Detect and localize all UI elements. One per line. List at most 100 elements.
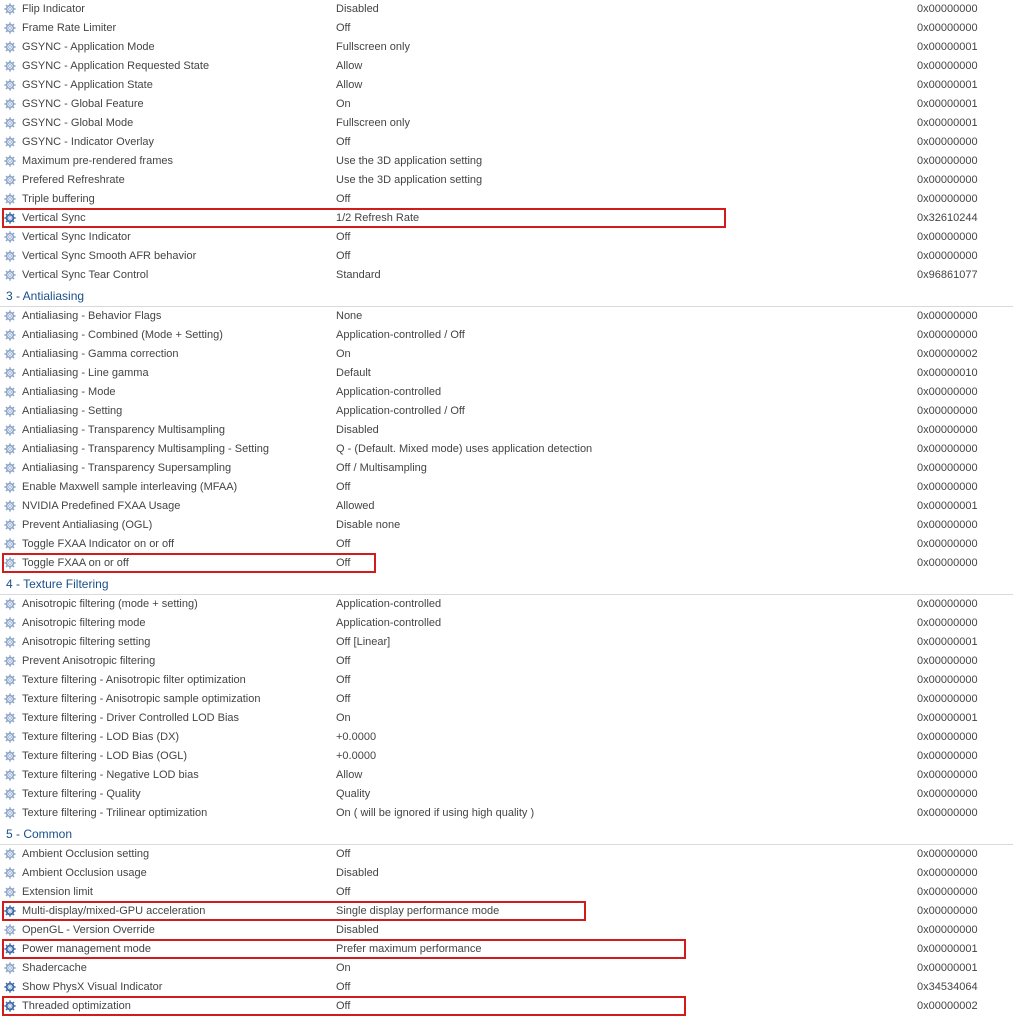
setting-value[interactable]: Off <box>336 674 917 686</box>
setting-value[interactable]: Off <box>336 231 917 243</box>
setting-value[interactable]: Disabled <box>336 3 917 15</box>
setting-value[interactable]: Off / Multisampling <box>336 462 917 474</box>
setting-row[interactable]: Prefered RefreshrateUse the 3D applicati… <box>0 171 1013 190</box>
setting-row[interactable]: Antialiasing - Line gammaDefault0x000000… <box>0 364 1013 383</box>
setting-value[interactable]: Off <box>336 1000 917 1012</box>
setting-value[interactable]: Prefer maximum performance <box>336 943 917 955</box>
setting-row[interactable]: Vertical Sync Smooth AFR behaviorOff0x00… <box>0 247 1013 266</box>
setting-row[interactable]: Anisotropic filtering settingOff [Linear… <box>0 633 1013 652</box>
setting-row[interactable]: Enable Maxwell sample interleaving (MFAA… <box>0 478 1013 497</box>
setting-value[interactable]: Standard <box>336 269 917 281</box>
setting-row[interactable]: Texture filtering - Anisotropic filter o… <box>0 671 1013 690</box>
setting-row[interactable]: Prevent Antialiasing (OGL)Disable none0x… <box>0 516 1013 535</box>
setting-row[interactable]: ShadercacheOn0x00000001 <box>0 959 1013 978</box>
setting-value[interactable]: Allow <box>336 79 917 91</box>
setting-value[interactable]: Off <box>336 886 917 898</box>
setting-value[interactable]: Use the 3D application setting <box>336 155 917 167</box>
setting-value[interactable]: Off <box>336 22 917 34</box>
setting-value[interactable]: On <box>336 712 917 724</box>
setting-row[interactable]: Anisotropic filtering modeApplication-co… <box>0 614 1013 633</box>
setting-value[interactable]: Off <box>336 557 917 569</box>
setting-row[interactable]: GSYNC - Application ModeFullscreen only0… <box>0 38 1013 57</box>
setting-value[interactable]: Disabled <box>336 924 917 936</box>
setting-value[interactable]: Application-controlled <box>336 617 917 629</box>
setting-value[interactable]: None <box>336 310 917 322</box>
setting-row[interactable]: GSYNC - Global FeatureOn0x00000001 <box>0 95 1013 114</box>
setting-value[interactable]: Disabled <box>336 867 917 879</box>
setting-value[interactable]: Disabled <box>336 424 917 436</box>
setting-value[interactable]: Off <box>336 693 917 705</box>
setting-value[interactable]: Single display performance mode <box>336 905 917 917</box>
setting-row[interactable]: GSYNC - Application Requested StateAllow… <box>0 57 1013 76</box>
setting-row[interactable]: Multi-display/mixed-GPU accelerationSing… <box>0 902 1013 921</box>
setting-row[interactable]: Antialiasing - Behavior FlagsNone0x00000… <box>0 307 1013 326</box>
setting-value[interactable]: Fullscreen only <box>336 117 917 129</box>
setting-row[interactable]: Antialiasing - Combined (Mode + Setting)… <box>0 326 1013 345</box>
setting-value[interactable]: Off <box>336 655 917 667</box>
setting-value[interactable]: On <box>336 98 917 110</box>
setting-row[interactable]: Texture filtering - Anisotropic sample o… <box>0 690 1013 709</box>
setting-value[interactable]: Disable none <box>336 519 917 531</box>
setting-row[interactable]: Flip IndicatorDisabled0x00000000 <box>0 0 1013 19</box>
setting-row[interactable]: Vertical Sync1/2 Refresh Rate0x32610244 <box>0 209 1013 228</box>
setting-row[interactable]: OpenGL - Version OverrideDisabled0x00000… <box>0 921 1013 940</box>
section-header[interactable]: 5 - Common <box>0 823 1013 845</box>
setting-row[interactable]: Toggle FXAA on or offOff0x00000000 <box>0 554 1013 573</box>
setting-value[interactable]: Default <box>336 367 917 379</box>
setting-row[interactable]: GSYNC - Application StateAllow0x00000001 <box>0 76 1013 95</box>
section-header[interactable]: 3 - Antialiasing <box>0 285 1013 307</box>
setting-value[interactable]: Allow <box>336 769 917 781</box>
setting-value[interactable]: Off <box>336 193 917 205</box>
setting-value[interactable]: +0.0000 <box>336 731 917 743</box>
setting-row[interactable]: Anisotropic filtering (mode + setting)Ap… <box>0 595 1013 614</box>
setting-row[interactable]: Antialiasing - Transparency Multisamplin… <box>0 421 1013 440</box>
setting-row[interactable]: NVIDIA Predefined FXAA UsageAllowed0x000… <box>0 497 1013 516</box>
setting-value[interactable]: Fullscreen only <box>336 41 917 53</box>
setting-row[interactable]: Texture filtering - QualityQuality0x0000… <box>0 785 1013 804</box>
setting-row[interactable]: Extension limitOff0x00000000 <box>0 883 1013 902</box>
setting-row[interactable]: Texture filtering - LOD Bias (DX)+0.0000… <box>0 728 1013 747</box>
setting-value[interactable]: Use the 3D application setting <box>336 174 917 186</box>
setting-row[interactable]: Ambient Occlusion settingOff0x00000000 <box>0 845 1013 864</box>
setting-value[interactable]: Quality <box>336 788 917 800</box>
setting-value[interactable]: Application-controlled / Off <box>336 329 917 341</box>
setting-value[interactable]: Allowed <box>336 500 917 512</box>
setting-row[interactable]: Antialiasing - Gamma correctionOn0x00000… <box>0 345 1013 364</box>
setting-row[interactable]: Texture filtering - Driver Controlled LO… <box>0 709 1013 728</box>
setting-row[interactable]: Antialiasing - ModeApplication-controlle… <box>0 383 1013 402</box>
setting-row[interactable]: Toggle FXAA Indicator on or offOff0x0000… <box>0 535 1013 554</box>
setting-row[interactable]: Vertical Sync Tear ControlStandard0x9686… <box>0 266 1013 285</box>
setting-row[interactable]: Threaded optimizationOff0x00000002 <box>0 997 1013 1016</box>
setting-row[interactable]: Antialiasing - Transparency Supersamplin… <box>0 459 1013 478</box>
setting-value[interactable]: Q - (Default. Mixed mode) uses applicati… <box>336 443 917 455</box>
setting-row[interactable]: Texture filtering - LOD Bias (OGL)+0.000… <box>0 747 1013 766</box>
setting-value[interactable]: Off <box>336 538 917 550</box>
setting-value[interactable]: Application-controlled <box>336 598 917 610</box>
setting-value[interactable]: On ( will be ignored if using high quali… <box>336 807 917 819</box>
setting-row[interactable]: GSYNC - Global ModeFullscreen only0x0000… <box>0 114 1013 133</box>
setting-value[interactable]: Off <box>336 981 917 993</box>
setting-value[interactable]: Allow <box>336 60 917 72</box>
setting-value[interactable]: Off <box>336 250 917 262</box>
setting-row[interactable]: Antialiasing - Transparency Multisamplin… <box>0 440 1013 459</box>
setting-value[interactable]: On <box>336 962 917 974</box>
setting-value[interactable]: +0.0000 <box>336 750 917 762</box>
setting-row[interactable]: Ambient Occlusion usageDisabled0x0000000… <box>0 864 1013 883</box>
setting-value[interactable]: Off <box>336 136 917 148</box>
setting-row[interactable]: Texture filtering - Negative LOD biasAll… <box>0 766 1013 785</box>
setting-row[interactable]: Maximum pre-rendered framesUse the 3D ap… <box>0 152 1013 171</box>
setting-value[interactable]: On <box>336 348 917 360</box>
setting-value[interactable]: Off <box>336 481 917 493</box>
setting-row[interactable]: Texture filtering - Trilinear optimizati… <box>0 804 1013 823</box>
setting-value[interactable]: Application-controlled <box>336 386 917 398</box>
setting-row[interactable]: Antialiasing - SettingApplication-contro… <box>0 402 1013 421</box>
setting-row[interactable]: GSYNC - Indicator OverlayOff0x00000000 <box>0 133 1013 152</box>
setting-row[interactable]: Frame Rate LimiterOff0x00000000 <box>0 19 1013 38</box>
setting-value[interactable]: Off <box>336 848 917 860</box>
setting-row[interactable]: Triple bufferingOff0x00000000 <box>0 190 1013 209</box>
section-header[interactable]: 4 - Texture Filtering <box>0 573 1013 595</box>
setting-row[interactable]: Power management modePrefer maximum perf… <box>0 940 1013 959</box>
setting-row[interactable]: Show PhysX Visual IndicatorOff0x34534064 <box>0 978 1013 997</box>
setting-value[interactable]: Off [Linear] <box>336 636 917 648</box>
setting-value[interactable]: 1/2 Refresh Rate <box>336 212 917 224</box>
